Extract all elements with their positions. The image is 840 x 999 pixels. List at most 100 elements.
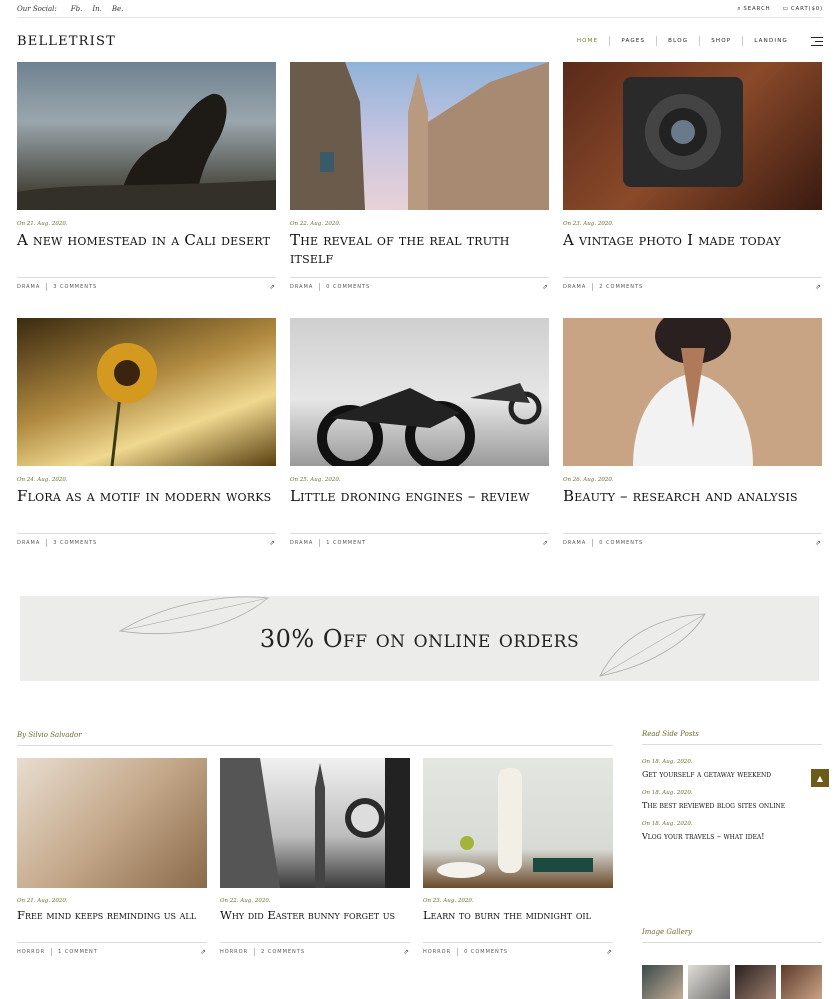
post-card[interactable]: On 26. Aug. 2020. Beauty – research and … — [563, 308, 822, 547]
instagram-link[interactable]: In. — [92, 5, 102, 13]
post-comments[interactable]: 0 COMMENTS — [599, 540, 643, 546]
divider — [51, 948, 53, 956]
post-meta: DRAMA 3 COMMENTS ⇗ — [17, 283, 276, 291]
post-card[interactable]: On 21. Aug. 2020. A new homestead in a C… — [17, 62, 276, 291]
post-category[interactable]: HORROR — [423, 949, 451, 955]
nav-shop[interactable]: SHOP — [699, 36, 742, 46]
post-category[interactable]: DRAMA — [17, 540, 40, 546]
menu-icon[interactable] — [811, 34, 823, 49]
promo-banner[interactable]: 30% Off on online orders — [20, 596, 819, 681]
post-card[interactable]: On 25. Aug. 2020. Little droning engines… — [290, 318, 549, 547]
post-meta: HORROR 1 COMMENT ⇗ — [17, 948, 207, 956]
side-post-title[interactable]: Get yourself a getaway weekend — [642, 769, 822, 780]
divider — [563, 533, 822, 534]
post-title[interactable]: A vintage photo I made today — [563, 231, 822, 271]
behance-link[interactable]: Be. — [112, 5, 124, 13]
post-category[interactable]: DRAMA — [563, 540, 586, 546]
side-post-title[interactable]: Vlog your travels – what idea! — [642, 831, 822, 842]
side-posts-heading: Read Side Posts — [642, 730, 822, 745]
post-comments[interactable]: 2 COMMENTS — [599, 284, 643, 290]
share-icon[interactable]: ⇗ — [542, 283, 549, 291]
post-title[interactable]: Flora as a motif in modern works — [17, 487, 276, 527]
post-date: On 23. Aug. 2020. — [563, 221, 614, 227]
nav-home[interactable]: HOME — [566, 36, 610, 46]
post-card[interactable]: On 22. Aug. 2020. The reveal of the real… — [290, 62, 549, 291]
portrait-graphic — [633, 308, 753, 466]
post-meta: DRAMA 3 COMMENTS ⇗ — [17, 539, 276, 547]
post-comments[interactable]: 2 COMMENTS — [261, 949, 305, 955]
post-title[interactable]: Little droning engines – review — [290, 487, 549, 527]
side-post[interactable]: On 18. Aug. 2020. The best reviewed blog… — [642, 790, 822, 811]
post-image[interactable] — [17, 318, 276, 467]
share-icon[interactable]: ⇗ — [542, 539, 549, 547]
post-date: On 23. Aug. 2020. — [423, 898, 474, 904]
author-post-card[interactable]: On 23. Aug. 2020. Learn to burn the midn… — [423, 758, 613, 956]
author-post-card[interactable]: On 22. Aug. 2020. Why did Easter bunny f… — [220, 758, 410, 956]
gallery-thumb[interactable] — [688, 965, 730, 999]
still-life-graphic — [437, 768, 593, 878]
gallery-thumb[interactable] — [734, 965, 776, 999]
gallery-thumb[interactable] — [642, 965, 684, 999]
author-post-card[interactable]: On 21. Aug. 2020. Free mind keeps remind… — [17, 758, 207, 956]
post-category[interactable]: HORROR — [220, 949, 248, 955]
post-comments[interactable]: 1 COMMENT — [58, 949, 98, 955]
share-icon[interactable]: ⇗ — [606, 948, 613, 956]
share-icon[interactable]: ⇗ — [269, 539, 276, 547]
post-card[interactable]: On 23. Aug. 2020. A vintage photo I made… — [563, 62, 822, 291]
divider — [290, 277, 549, 278]
camera-graphic — [623, 77, 743, 187]
site-logo[interactable]: BELLETRIST — [17, 34, 116, 49]
utility-links: ⌕ SEARCH ▭ CART($0) — [737, 5, 823, 13]
side-post[interactable]: On 18. Aug. 2020. Get yourself a getaway… — [642, 759, 822, 780]
post-category[interactable]: DRAMA — [17, 284, 40, 290]
share-icon[interactable]: ⇗ — [403, 948, 410, 956]
author-heading[interactable]: By Silvio Salvador — [17, 731, 613, 746]
divider — [319, 283, 321, 291]
post-date: On 22. Aug. 2020. — [290, 221, 341, 227]
post-category[interactable]: DRAMA — [563, 284, 586, 290]
nav-landing[interactable]: LANDING — [742, 36, 799, 46]
post-comments[interactable]: 0 COMMENTS — [464, 949, 508, 955]
post-title[interactable]: Beauty – research and analysis — [563, 487, 822, 527]
post-date: On 21. Aug. 2020. — [17, 221, 68, 227]
nav-blog[interactable]: BLOG — [656, 36, 699, 46]
post-comments[interactable]: 3 COMMENTS — [53, 284, 97, 290]
post-category[interactable]: HORROR — [17, 949, 45, 955]
post-comments[interactable]: 3 COMMENTS — [53, 540, 97, 546]
search-link[interactable]: ⌕ SEARCH — [737, 5, 770, 13]
post-image[interactable] — [563, 62, 822, 210]
side-post[interactable]: On 18. Aug. 2020. Vlog your travels – wh… — [642, 821, 822, 842]
side-post-title[interactable]: The best reviewed blog sites online — [642, 800, 822, 811]
post-title[interactable]: Learn to burn the midnight oil — [423, 908, 613, 938]
arrow-up-icon: ▲ — [816, 773, 824, 783]
nav-pages[interactable]: PAGES — [609, 36, 656, 46]
cart-link[interactable]: ▭ CART($0) — [782, 5, 823, 13]
post-title[interactable]: Free mind keeps reminding us all — [17, 908, 207, 938]
post-image[interactable] — [563, 308, 822, 466]
post-meta: DRAMA 0 COMMENTS ⇗ — [290, 283, 549, 291]
post-image[interactable] — [17, 758, 207, 888]
post-date: On 25. Aug. 2020. — [290, 477, 341, 483]
post-title[interactable]: The reveal of the real truth itself — [290, 231, 549, 271]
gallery-thumb[interactable] — [780, 965, 822, 999]
share-icon[interactable]: ⇗ — [815, 539, 822, 547]
post-title[interactable]: Why did Easter bunny forget us — [220, 908, 410, 938]
share-icon[interactable]: ⇗ — [269, 283, 276, 291]
gallery-grid — [642, 965, 822, 999]
post-category[interactable]: DRAMA — [290, 540, 313, 546]
facebook-link[interactable]: Fb. — [71, 5, 83, 13]
share-icon[interactable]: ⇗ — [815, 283, 822, 291]
back-to-top-button[interactable]: ▲ — [811, 769, 829, 787]
share-icon[interactable]: ⇗ — [200, 948, 207, 956]
post-comments[interactable]: 1 COMMENT — [326, 540, 366, 546]
post-comments[interactable]: 0 COMMENTS — [326, 284, 370, 290]
promo-text: 30% Off on online orders — [259, 624, 580, 653]
post-image[interactable] — [220, 758, 410, 888]
post-image[interactable] — [290, 62, 549, 210]
post-card[interactable]: On 24. Aug. 2020. Flora as a motif in mo… — [17, 318, 276, 547]
post-title[interactable]: A new homestead in a Cali desert — [17, 231, 276, 271]
post-image[interactable] — [423, 758, 613, 888]
post-image[interactable] — [17, 62, 276, 210]
post-category[interactable]: DRAMA — [290, 284, 313, 290]
post-image[interactable] — [290, 318, 549, 471]
